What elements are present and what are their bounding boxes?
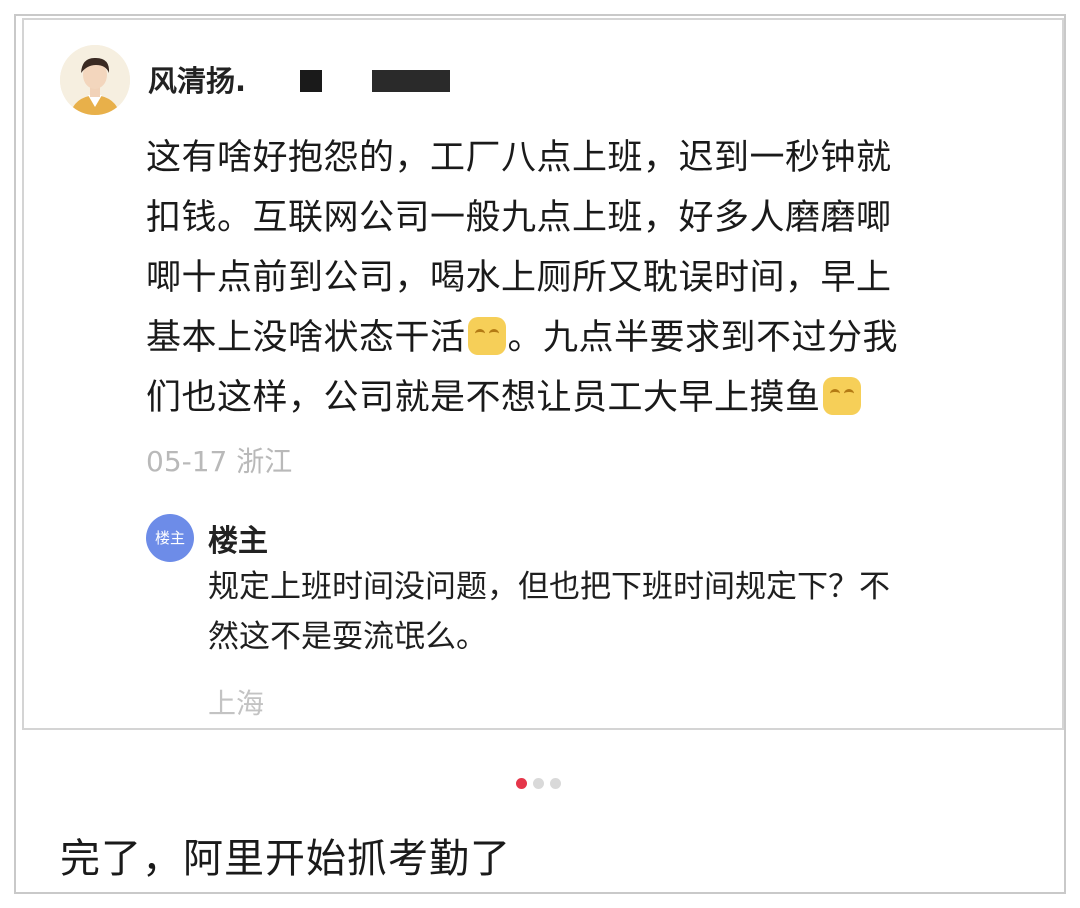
comment-line: 扣钱。互联网公司一般九点上班，好多人磨磨唧 (146, 198, 892, 238)
comment-text-segment: 基本上没啥状态干活 (146, 318, 466, 358)
post-location: 浙江 (236, 445, 293, 478)
user-avatar[interactable] (60, 45, 130, 115)
comment-text-segment: 们也这样，公司就是不想让员工大早上摸鱼 (146, 378, 821, 418)
post-date: 05-17 (146, 445, 228, 478)
page-dot-active[interactable] (516, 778, 527, 789)
comment-line: 们也这样，公司就是不想让员工大早上摸鱼 (146, 368, 1026, 428)
username[interactable]: 风清扬. (148, 58, 246, 100)
smirk-emoji-icon (822, 377, 861, 415)
pagination-dots (516, 778, 561, 789)
redaction-block (300, 70, 322, 92)
comment-line: 基本上没啥状态干活 。九点半要求到不过分我 (146, 308, 1026, 368)
reply-avatar[interactable]: 楼主 (146, 514, 194, 562)
smirk-emoji-icon (467, 317, 506, 355)
comment-line: 唧十点前到公司，喝水上厕所又耽误时间，早上 (146, 258, 892, 298)
reply-line: 然这不是耍流氓么。 (208, 619, 487, 655)
reply-location: 上海 (208, 687, 265, 720)
comment-text-segment: 。九点半要求到不过分我 (507, 318, 899, 358)
reply-line: 规定上班时间没问题，但也把下班时间规定下？不 (208, 569, 890, 605)
comment-body: 这有啥好抱怨的，工厂八点上班，迟到一秒钟就 扣钱。互联网公司一般九点上班，好多人… (146, 128, 1026, 428)
page-dot[interactable] (533, 778, 544, 789)
redaction-block (372, 70, 450, 92)
post-meta: 05-17 浙江 (146, 440, 292, 480)
reply-body: 规定上班时间没问题，但也把下班时间规定下？不 然这不是耍流氓么。 (208, 562, 1028, 662)
comment-line: 这有啥好抱怨的，工厂八点上班，迟到一秒钟就 (146, 138, 892, 178)
reply-author-name[interactable]: 楼主 (208, 516, 268, 560)
post-caption: 完了，阿里开始抓考勤了 (60, 836, 511, 882)
page-dot[interactable] (550, 778, 561, 789)
